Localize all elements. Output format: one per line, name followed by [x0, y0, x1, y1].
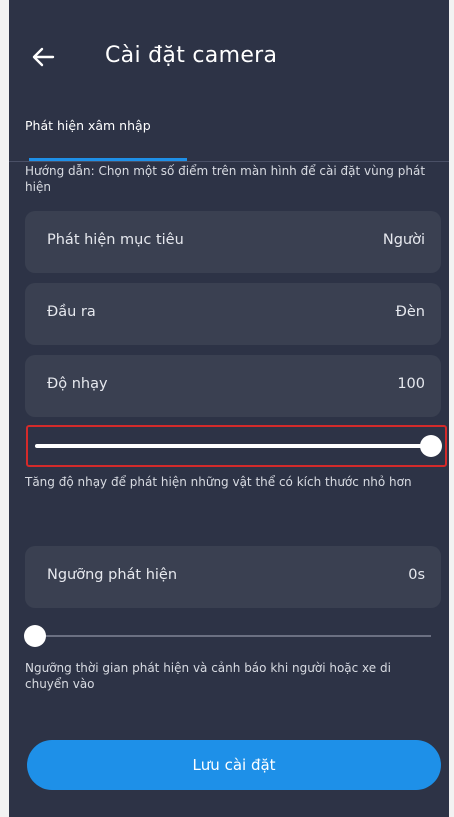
screen: Cài đặt camera Phát hiện xâm nhập Hướng …	[9, 0, 449, 817]
slider-thumb[interactable]	[420, 435, 442, 457]
target-detection-label: Phát hiện mục tiêu	[47, 232, 184, 248]
output-value: Đèn	[395, 304, 425, 320]
threshold-label: Ngưỡng phát hiện	[47, 567, 178, 583]
tab-divider	[9, 161, 449, 162]
back-button[interactable]	[29, 43, 57, 71]
sensitivity-value: 100	[397, 376, 425, 392]
save-settings-button[interactable]: Lưu cài đặt	[27, 740, 441, 790]
slider-fill	[35, 444, 431, 448]
tab-bar: Phát hiện xâm nhập	[9, 110, 449, 162]
guide-text: Hướng dẫn: Chọn một số điểm trên màn hìn…	[25, 164, 426, 194]
sensitivity-slider[interactable]	[29, 426, 442, 466]
sensitivity-hint: Tăng độ nhạy để phát hiện những vật thể …	[25, 475, 412, 489]
sensitivity-row[interactable]: Độ nhạy 100	[25, 355, 441, 417]
target-detection-value: Người	[382, 232, 425, 248]
threshold-hint: Ngưỡng thời gian phát hiện và cảnh báo k…	[25, 661, 391, 691]
threshold-slider[interactable]	[24, 616, 441, 656]
app-header: Cài đặt camera	[9, 0, 449, 110]
slider-track	[35, 635, 431, 637]
page-title: Cài đặt camera	[105, 43, 278, 68]
threshold-row[interactable]: Ngưỡng phát hiện 0s	[25, 546, 441, 608]
sensitivity-label: Độ nhạy	[47, 376, 108, 392]
slider-thumb[interactable]	[24, 625, 46, 647]
target-detection-row[interactable]: Phát hiện mục tiêu Người	[25, 211, 441, 273]
arrow-left-icon	[32, 47, 55, 67]
output-label: Đầu ra	[47, 304, 96, 320]
threshold-value: 0s	[408, 567, 425, 583]
output-row[interactable]: Đầu ra Đèn	[25, 283, 441, 345]
tab-intrusion-detection[interactable]: Phát hiện xâm nhập	[25, 118, 151, 133]
